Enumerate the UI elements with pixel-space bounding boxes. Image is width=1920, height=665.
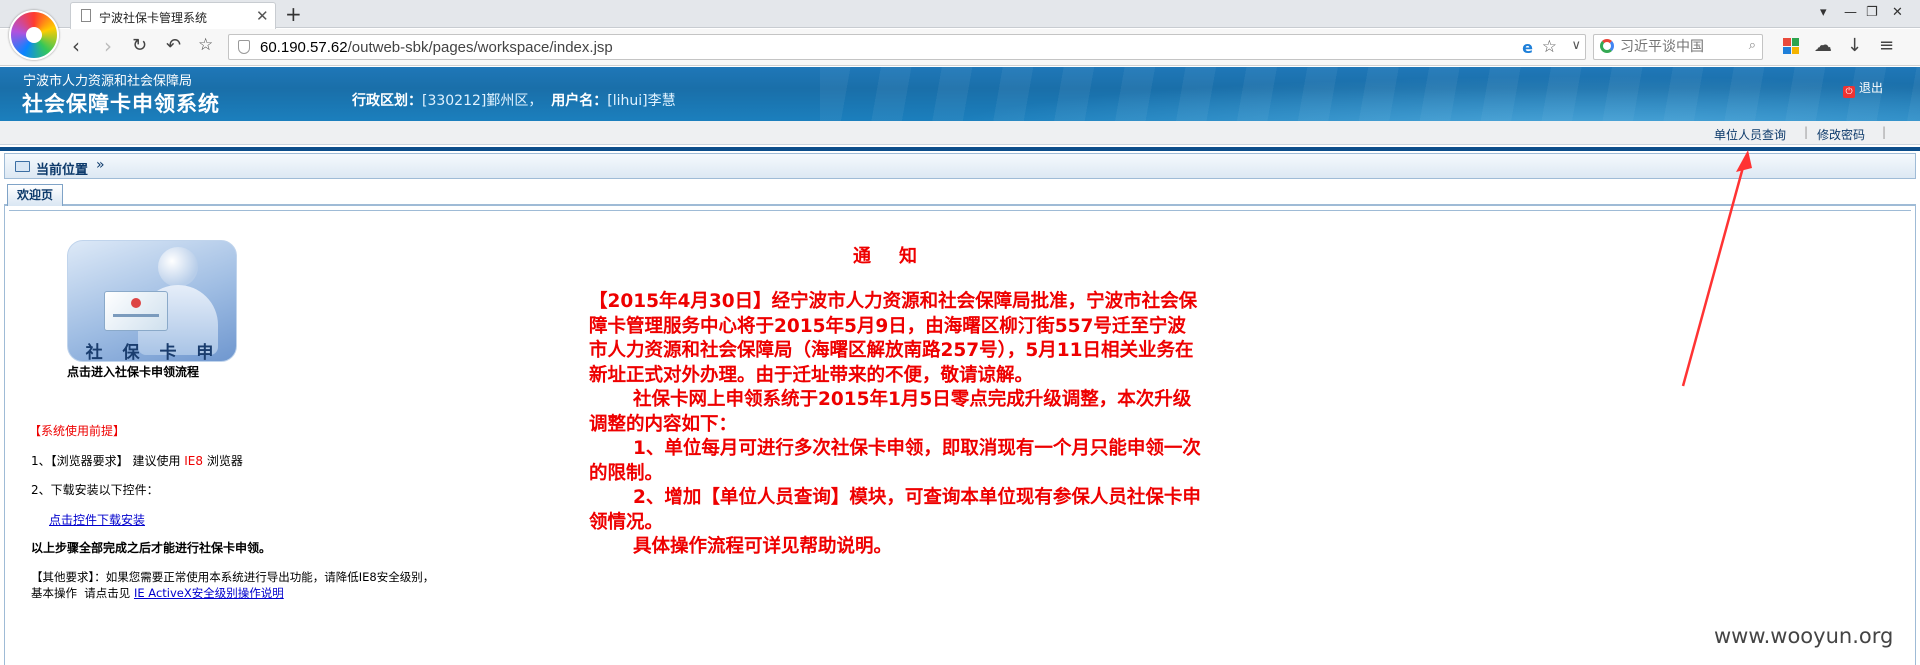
other-requirements: 【其他要求】：如果您需要正常使用本系统进行导出功能，请降低IE8安全级别， 基本… xyxy=(31,570,435,600)
url-path: /outweb-sbk/pages/workspace/index.jsp xyxy=(347,39,613,56)
social-security-card-banner[interactable]: 社 保 卡 申 领 xyxy=(67,240,237,362)
browser-tab[interactable]: 宁波社保卡管理系统 ✕ xyxy=(70,2,276,29)
url-text[interactable]: 60.190.57.62/outweb-sbk/pages/workspace/… xyxy=(260,39,613,56)
address-bar[interactable]: 60.190.57.62/outweb-sbk/pages/workspace/… xyxy=(228,34,1586,60)
watermark: www.wooyun.org xyxy=(1714,624,1894,648)
favorite-icon[interactable]: ☆ xyxy=(198,35,213,55)
user-info: 行政区划：[330212]鄞州区， 用户名：[lihui]李慧 xyxy=(352,90,676,110)
download-icon[interactable]: ↓ xyxy=(1847,35,1862,56)
browser-logo-icon[interactable] xyxy=(9,10,59,60)
user-label: 用户名： xyxy=(551,93,608,109)
back-icon[interactable]: ‹ xyxy=(72,34,80,58)
folder-icon xyxy=(15,161,30,172)
notice-paragraph: 【2015年4月30日】经宁波市人力资源和社会保障局批准，宁波市社会保障卡管理服… xyxy=(589,291,1198,386)
search-input[interactable] xyxy=(1620,38,1735,56)
logout-label: 退出 xyxy=(1859,81,1884,95)
logout-button[interactable]: ⏻ 退出 xyxy=(1843,79,1883,98)
subnav-divider: | xyxy=(1882,125,1887,139)
bookmark-star-icon[interactable]: ☆ xyxy=(1542,37,1557,57)
browser-nav-bar: ‹ › ↻ ↶ ☆ 60.190.57.62/outweb-sbk/pages/… xyxy=(0,29,1920,66)
steps-note: 以上步骤全部完成之后才能进行社保卡申领。 xyxy=(31,541,272,555)
page-tabstrip: 欢迎页 xyxy=(4,182,1916,206)
minimize-icon[interactable]: — xyxy=(1844,5,1857,20)
user-value: [lihui]李慧 xyxy=(607,93,676,109)
tab-title: 宁波社保卡管理系统 xyxy=(99,11,208,25)
content-area: 社 保 卡 申 领 点击进入社保卡申领流程 【系统使用前提】 1、【浏览器要求】… xyxy=(4,206,1916,665)
app-subnav: 单位人员查询 | 修改密码 | xyxy=(0,121,1920,145)
breadcrumb-label: 当前位置 xyxy=(36,163,89,178)
notice-paragraph: 具体操作流程可详见帮助说明。 xyxy=(633,536,893,557)
subnav-change-password[interactable]: 修改密码 xyxy=(1817,126,1865,143)
download-controls-link[interactable]: 点击控件下载安装 xyxy=(49,511,145,528)
subnav-divider: | xyxy=(1804,125,1809,139)
page-icon xyxy=(81,9,91,22)
header-divider xyxy=(0,147,1920,151)
tab-welcome[interactable]: 欢迎页 xyxy=(7,184,63,206)
search-box[interactable]: ⌕ xyxy=(1593,34,1763,60)
undo-icon[interactable]: ↶ xyxy=(166,35,181,56)
shield-icon xyxy=(238,40,250,54)
notice-body: 【2015年4月30日】经宁波市人力资源和社会保障局批准，宁波市社会保障卡管理服… xyxy=(589,290,1203,560)
notice-paragraph: 2、增加【单位人员查询】模块，可查询本单位现有参保人员社保卡申领情况。 xyxy=(589,487,1201,533)
breadcrumb: 当前位置 » xyxy=(4,153,1916,179)
apps-icon[interactable] xyxy=(1783,38,1799,54)
activex-guide-link[interactable]: IE ActiveX安全级别操作说明 xyxy=(134,586,284,600)
close-tab-icon[interactable]: ✕ xyxy=(256,7,269,25)
content-divider xyxy=(9,210,1911,211)
prereq-controls: 2、下载安装以下控件： xyxy=(31,483,159,497)
forward-icon[interactable]: › xyxy=(104,34,112,58)
new-tab-button[interactable]: + xyxy=(285,2,302,26)
org-name: 宁波市人力资源和社会保障局 xyxy=(23,74,193,89)
card-apply-link[interactable]: 点击进入社保卡申领流程 xyxy=(67,363,199,380)
shirt-icon[interactable]: ▾ xyxy=(1820,5,1827,20)
browser-tab-bar: 宁波社保卡管理系统 ✕ + ▾ — ❐ ✕ xyxy=(0,0,1920,29)
notice-paragraph: 1、单位每月可进行多次社保卡申领，即取消现有一个月只能申领一次的限制。 xyxy=(589,438,1201,484)
card-caption: 社 保 卡 申 领 xyxy=(85,343,221,362)
header-decoration xyxy=(820,67,1920,121)
region-label: 行政区划： xyxy=(352,93,422,109)
breadcrumb-arrow-icon: » xyxy=(96,157,105,173)
ie-icon[interactable]: e xyxy=(1522,38,1533,57)
system-name: 社会保障卡申领系统 xyxy=(22,92,220,116)
ie8-highlight: IE8 xyxy=(184,454,204,468)
card-illustration xyxy=(104,291,168,331)
window-close-icon[interactable]: ✕ xyxy=(1892,5,1903,20)
reload-icon[interactable]: ↻ xyxy=(132,35,147,56)
menu-icon[interactable]: ≡ xyxy=(1879,35,1894,56)
chevron-down-icon[interactable]: ∨ xyxy=(1571,38,1581,53)
notice-paragraph: 社保卡网上申领系统于2015年1月5日零点完成升级调整，本次升级调整的内容如下： xyxy=(589,389,1192,435)
search-engine-icon[interactable] xyxy=(1600,39,1614,53)
prereq-browser: 1、【浏览器要求】 建议使用 IE8 浏览器 xyxy=(31,454,243,468)
search-icon[interactable]: ⌕ xyxy=(1749,38,1756,53)
power-icon: ⏻ xyxy=(1843,86,1855,98)
cloud-icon[interactable]: ☁ xyxy=(1814,35,1832,56)
restore-icon[interactable]: ❐ xyxy=(1866,5,1878,20)
region-value: [330212]鄞州区， xyxy=(422,93,543,109)
prereq-title: 【系统使用前提】 xyxy=(29,424,126,438)
url-host: 60.190.57.62 xyxy=(260,39,348,56)
subnav-unit-staff-query[interactable]: 单位人员查询 xyxy=(1714,126,1786,143)
notice-title: 通知 xyxy=(853,246,945,267)
app-header: 宁波市人力资源和社会保障局 社会保障卡申领系统 行政区划：[330212]鄞州区… xyxy=(0,67,1920,121)
